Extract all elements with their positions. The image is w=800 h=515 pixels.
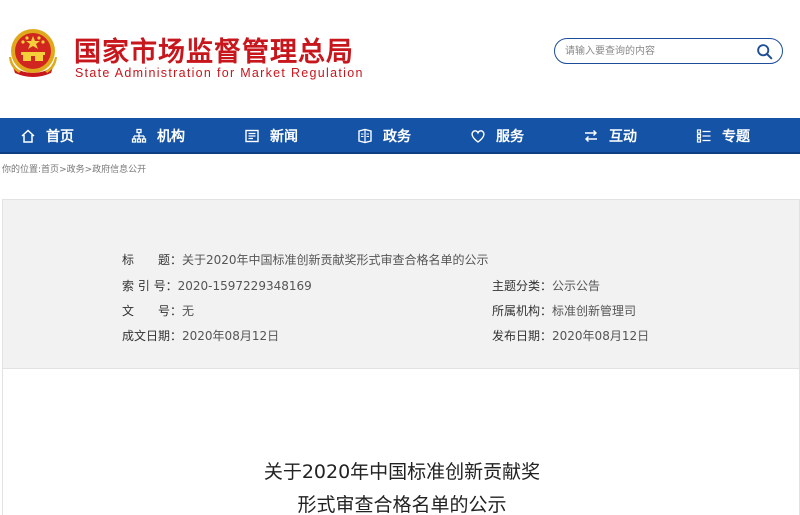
info-agency-value: 标准创新管理司 <box>552 304 637 318</box>
article-title-line-1: 关于2020年中国标准创新贡献奖 <box>263 461 541 483</box>
topic-list-icon <box>696 129 711 143</box>
nav-item-home[interactable]: 首页 <box>20 118 74 154</box>
home-icon <box>21 129 35 143</box>
info-index-value: 2020-1597229348169 <box>177 279 312 293</box>
nav-item-government[interactable]: 政务 <box>357 118 411 154</box>
breadcrumb: 你的位置:首页>政务>政府信息公开 <box>2 162 146 175</box>
newspaper-icon <box>245 129 259 143</box>
nav-item-label: 机构 <box>157 129 185 145</box>
info-docno-value: 无 <box>182 304 195 318</box>
info-created-value: 2020年08月12日 <box>182 329 280 343</box>
nav-item-label: 服务 <box>496 129 524 145</box>
nav-item-label: 首页 <box>46 129 74 145</box>
nav-item-label: 互动 <box>609 129 637 145</box>
info-index-label: 索 引 号： <box>122 279 178 293</box>
heart-icon <box>471 130 485 143</box>
info-index-row: 索 引 号：2020-1597229348169 <box>122 277 312 294</box>
site-title-cn[interactable]: 国家市场监督管理总局 <box>74 30 354 69</box>
exchange-icon <box>585 130 597 142</box>
info-topic-value: 公示公告 <box>552 279 601 293</box>
national-emblem-icon[interactable] <box>7 27 59 79</box>
info-title-value: 关于2020年中国标准创新贡献奖形式审查合格名单的公示 <box>182 253 489 267</box>
nav-item-label: 新闻 <box>270 129 298 145</box>
info-published-label: 发布日期： <box>492 329 553 343</box>
nav-item-news[interactable]: 新闻 <box>244 118 298 154</box>
breadcrumb-prefix: 你的位置: <box>2 165 42 175</box>
info-created-label: 成文日期： <box>122 329 183 343</box>
info-agency-row: 所属机构：标准创新管理司 <box>492 302 636 319</box>
nav-item-interaction[interactable]: 互动 <box>583 118 637 154</box>
nav-item-label: 专题 <box>722 129 750 145</box>
info-title-row: 标 题：关于2020年中国标准创新贡献奖形式审查合格名单的公示 <box>122 251 489 268</box>
site-title-en: State Administration for Market Regulati… <box>75 66 364 80</box>
nav-item-org[interactable]: 机构 <box>131 118 185 154</box>
search-box <box>554 38 783 64</box>
info-docno-row: 文 号：无 <box>122 302 194 319</box>
info-topic-label: 主题分类： <box>492 279 553 293</box>
breadcrumb-government[interactable]: 政务 <box>67 165 85 175</box>
info-topic-row: 主题分类：公示公告 <box>492 277 600 294</box>
article-body: 关于2020年中国标准创新贡献奖 形式审查合格名单的公示 <box>2 369 800 515</box>
nav-item-topics[interactable]: 专题 <box>696 118 750 154</box>
info-published-value: 2020年08月12日 <box>552 329 650 343</box>
site-header: 国家市场监督管理总局 State Administration for Mark… <box>0 0 800 118</box>
search-input[interactable] <box>565 43 745 59</box>
breadcrumb-home[interactable]: 首页 <box>41 165 59 175</box>
org-chart-icon <box>131 128 147 143</box>
government-icon <box>358 128 372 144</box>
info-agency-label: 所属机构： <box>492 304 553 318</box>
info-title-label: 标 题： <box>122 253 183 267</box>
search-icon[interactable] <box>756 43 773 60</box>
nav-item-label: 政务 <box>383 129 411 145</box>
info-published-row: 发布日期：2020年08月12日 <box>492 327 649 344</box>
article-title-line-2: 形式审查合格名单的公示 <box>297 494 507 515</box>
main-nav: 首页 机构 新闻 政务 服务 互动 专题 <box>0 118 800 154</box>
breadcrumb-info-disclosure[interactable]: 政府信息公开 <box>92 165 146 175</box>
info-docno-label: 文 号： <box>122 304 183 318</box>
breadcrumb-separator: > <box>59 165 67 175</box>
nav-item-service[interactable]: 服务 <box>470 118 524 154</box>
document-info-panel: 标 题：关于2020年中国标准创新贡献奖形式审查合格名单的公示 索 引 号：20… <box>2 199 800 369</box>
info-created-row: 成文日期：2020年08月12日 <box>122 327 279 344</box>
